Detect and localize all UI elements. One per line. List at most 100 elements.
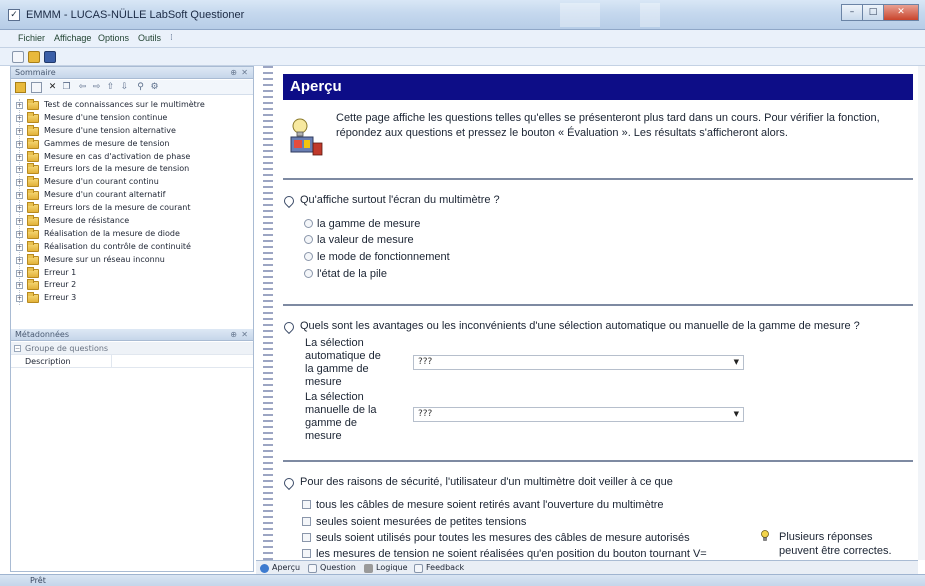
tree-item[interactable]: + Mesure d'une tension continue xyxy=(14,111,252,125)
checkbox[interactable] xyxy=(302,517,311,526)
tree-item[interactable]: + Mesure d'une tension alternative xyxy=(14,124,252,138)
pin-icon[interactable]: ⊕ xyxy=(230,329,237,341)
expand-icon[interactable]: + xyxy=(16,282,23,290)
q1-option-4[interactable]: l'état de la pile xyxy=(304,268,387,282)
tree-item[interactable]: + Mesure d'un courant alternatif xyxy=(14,189,252,202)
add-folder-icon[interactable] xyxy=(15,82,26,93)
vertical-scrollbar[interactable] xyxy=(918,66,925,560)
close-pane-icon[interactable]: ✕ xyxy=(241,329,248,341)
tree-item[interactable]: + Test de connaissances sur le multimètre xyxy=(14,99,252,112)
open-folder-icon[interactable] xyxy=(28,51,40,63)
menu-options[interactable]: Options xyxy=(98,33,129,43)
radio-button[interactable] xyxy=(304,219,313,228)
tab-feedback[interactable]: Feedback xyxy=(414,562,464,574)
checkbox[interactable] xyxy=(302,500,311,509)
close-button[interactable]: ✕ xyxy=(883,4,919,21)
q3-option-2[interactable]: seules soient mesurées de petites tensio… xyxy=(302,516,526,530)
tree-item[interactable]: + Réalisation du contrôle de continuité xyxy=(14,240,252,254)
tree-item[interactable]: + Mesure d'un courant continu xyxy=(14,176,252,189)
expand-icon[interactable]: + xyxy=(16,269,23,277)
expand-icon[interactable]: + xyxy=(16,256,23,264)
checkbox[interactable] xyxy=(302,549,311,558)
expand-icon[interactable]: + xyxy=(16,243,23,251)
metadata-group-row[interactable]: − Groupe de questions xyxy=(11,342,253,355)
move-right-icon[interactable]: ⇨ xyxy=(91,82,102,93)
expand-icon[interactable]: + xyxy=(16,205,23,213)
tab-question[interactable]: Question xyxy=(308,562,356,574)
expand-icon[interactable]: + xyxy=(16,114,23,122)
q3-option-label: tous les câbles de mesure soient retirés… xyxy=(316,499,664,511)
minimize-button[interactable]: – xyxy=(841,4,863,21)
tree-item[interactable]: + Mesure de résistance xyxy=(14,215,252,228)
add-item-icon[interactable] xyxy=(31,82,42,93)
radio-button[interactable] xyxy=(304,235,313,244)
move-left-icon[interactable]: ⇦ xyxy=(77,82,88,93)
expand-icon[interactable]: + xyxy=(16,153,23,161)
q3-option-label: les mesures de tension ne soient réalisé… xyxy=(316,548,707,560)
dropdown-arrow-icon[interactable]: ▼ xyxy=(734,408,739,421)
tree-item[interactable]: + Erreur 3 xyxy=(14,292,252,305)
radio-button[interactable] xyxy=(304,269,313,278)
expand-icon[interactable]: + xyxy=(16,218,23,226)
expand-icon[interactable]: + xyxy=(16,295,23,303)
summary-tree: + Test de connaissances sur le multimètre… xyxy=(14,99,252,306)
q3-option-3[interactable]: seuls soient utilisés pour toutes les me… xyxy=(302,532,690,546)
new-document-icon[interactable] xyxy=(12,51,24,63)
close-pane-icon[interactable]: ✕ xyxy=(241,67,248,79)
folder-icon xyxy=(27,137,39,149)
window-title: EMMM - LUCAS-NÜLLE LabSoft Questioner xyxy=(26,9,245,21)
filter-icon[interactable]: ⚲ xyxy=(135,82,146,93)
move-up-icon[interactable]: ⇧ xyxy=(105,82,116,93)
preview-heading-bar xyxy=(283,74,913,100)
q2-row-2-dropdown[interactable]: ??? ▼ xyxy=(413,407,744,422)
tree-item[interactable]: + Gammes de mesure de tension xyxy=(14,137,252,151)
tree-item[interactable]: + Mesure en cas d'activation de phase xyxy=(14,150,252,164)
menu-affichage[interactable]: Affichage xyxy=(54,33,91,43)
options-icon[interactable]: ⚙ xyxy=(149,82,160,93)
dropdown-arrow-icon[interactable]: ▼ xyxy=(734,356,739,369)
move-down-icon[interactable]: ⇩ xyxy=(119,82,130,93)
tree-item-label: Erreur 3 xyxy=(44,293,77,303)
pin-icon[interactable]: ⊕ xyxy=(230,67,237,79)
q2-row-1-dropdown[interactable]: ??? ▼ xyxy=(413,355,744,370)
tree-item-label: Réalisation du contrôle de continuité xyxy=(44,241,191,251)
radio-button[interactable] xyxy=(304,252,313,261)
menu-separator: ⁞ xyxy=(170,33,173,43)
titlebar-glare xyxy=(640,3,660,27)
folder-icon xyxy=(27,189,39,201)
metadata-property-row[interactable]: Description xyxy=(11,355,253,368)
expand-icon[interactable]: + xyxy=(16,127,23,135)
tab-label: Question xyxy=(320,563,356,572)
expand-icon[interactable]: + xyxy=(16,166,23,174)
maximize-button[interactable]: □ xyxy=(862,4,884,21)
expand-icon[interactable]: + xyxy=(16,140,23,148)
q3-option-1[interactable]: tous les câbles de mesure soient retirés… xyxy=(302,499,664,513)
tree-item-label: Mesure d'un courant alternatif xyxy=(44,190,166,200)
view-tabs: Aperçu Question Logique Feedback xyxy=(256,560,918,574)
expand-icon[interactable]: + xyxy=(16,192,23,200)
folder-icon xyxy=(27,253,39,265)
q1-option-2[interactable]: la valeur de mesure xyxy=(304,234,414,248)
tree-item[interactable]: + Réalisation de la mesure de diode xyxy=(14,227,252,241)
status-text: Prêt xyxy=(30,576,46,585)
delete-icon[interactable]: ✕ xyxy=(47,82,58,93)
tab-logique[interactable]: Logique xyxy=(364,562,408,574)
menu-outils[interactable]: Outils xyxy=(138,33,161,43)
tree-item[interactable]: + Mesure sur un réseau inconnu xyxy=(14,253,252,267)
q1-option-3[interactable]: le mode de fonctionnement xyxy=(304,251,450,265)
tree-item[interactable]: + Erreur 2 xyxy=(14,279,252,292)
expand-icon[interactable]: + xyxy=(16,102,23,109)
tree-item-label: Mesure sur un réseau inconnu xyxy=(44,254,165,264)
tab-apercu[interactable]: Aperçu xyxy=(260,562,300,574)
save-disk-icon[interactable] xyxy=(44,51,56,63)
checkbox[interactable] xyxy=(302,533,311,542)
tree-item[interactable]: + Erreurs lors de la mesure de courant xyxy=(14,202,252,215)
collapse-icon[interactable]: − xyxy=(14,345,21,352)
expand-icon[interactable]: + xyxy=(16,230,23,238)
copy-icon[interactable]: ❐ xyxy=(61,82,72,93)
tree-item[interactable]: + Erreur 1 xyxy=(14,266,252,280)
expand-icon[interactable]: + xyxy=(16,179,23,187)
tree-item[interactable]: + Erreurs lors de la mesure de tension xyxy=(14,163,252,176)
q1-option-1[interactable]: la gamme de mesure xyxy=(304,218,420,232)
menu-fichier[interactable]: Fichier xyxy=(18,33,45,43)
